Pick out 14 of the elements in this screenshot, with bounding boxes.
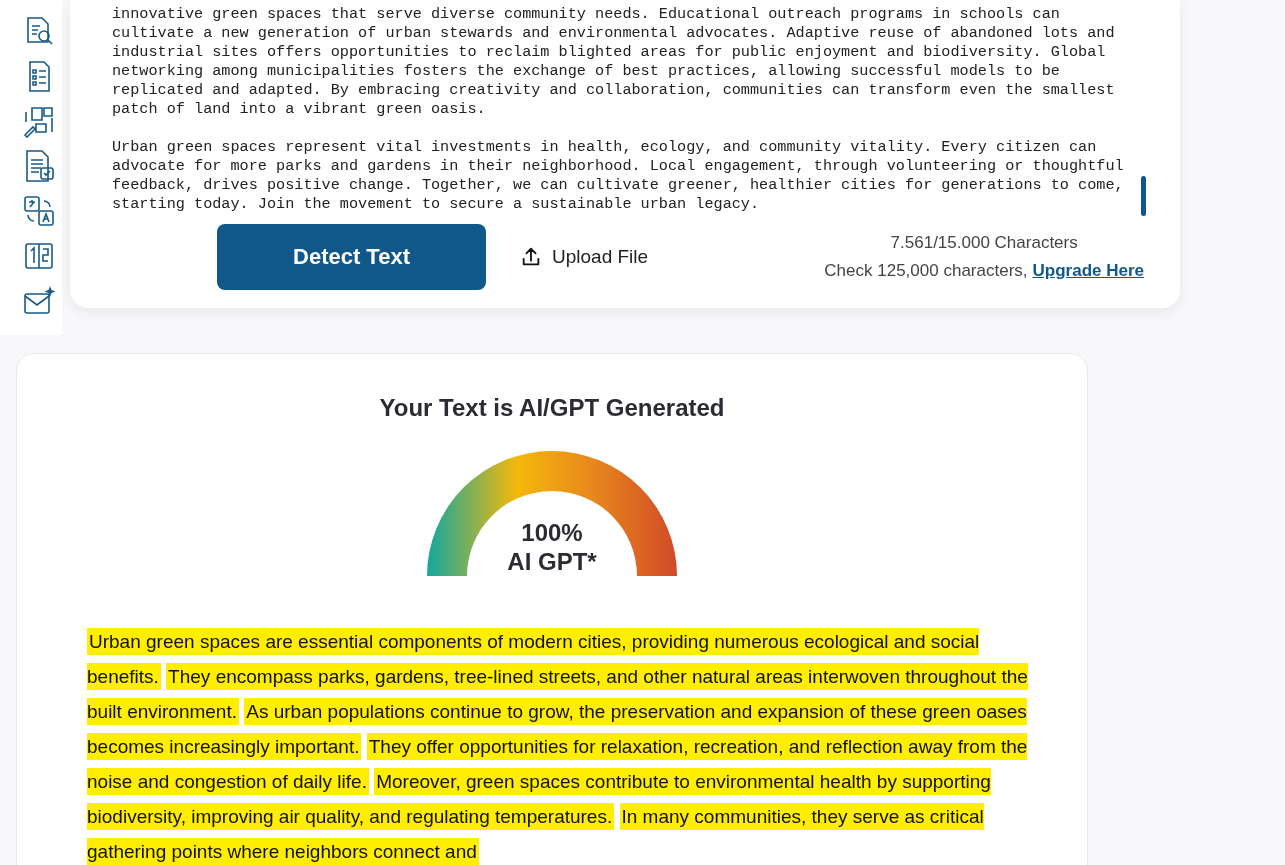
upgrade-note: Check 125,000 characters, (824, 261, 1028, 281)
upload-file-button[interactable]: Upload File (520, 246, 649, 268)
translate-icon[interactable] (22, 194, 56, 228)
upload-icon (520, 246, 542, 268)
character-counter: 7.561/15.000 Characters (890, 233, 1078, 253)
result-title: Your Text is AI/GPT Generated (379, 394, 725, 422)
scrollbar-thumb[interactable] (1141, 176, 1146, 216)
editor-paragraph: Urban green spaces represent vital investments in health, ecology, and community vitality. Every citizen can advocate for more parks and gardens in their neighborhood. Local engagement, through volunteering or thoughtful feedback, drives positive change. Together, we can cultivate greener, healthier cities for generations to come, starting today. Join the movement to secure a sustainable urban legacy. (112, 138, 1125, 214)
detect-text-button[interactable]: Detect Text (217, 224, 486, 290)
upgrade-link[interactable]: Upgrade Here (1032, 261, 1144, 281)
gauge-label: AI GPT* (507, 547, 597, 576)
editor-paragraph: innovative green spaces that serve diverse community needs. Educational outreach programs in schools can cultivate a new generation of urban stewards and environmental advocates. Adaptive reuse of abandoned lots and industrial sites offers opportunities to reclaim blighted areas for public enjoyment and biodiversity. Global networking among municipalities fosters the exchange of best practices, allowing successful models to be replicated and adapted. By embracing creativity and collaboration, communities can transform even the smallest patch of land into a vibrant green oasis. (112, 5, 1116, 119)
gauge-value: 100% (521, 518, 583, 547)
flowchart-icon[interactable] (22, 104, 56, 138)
